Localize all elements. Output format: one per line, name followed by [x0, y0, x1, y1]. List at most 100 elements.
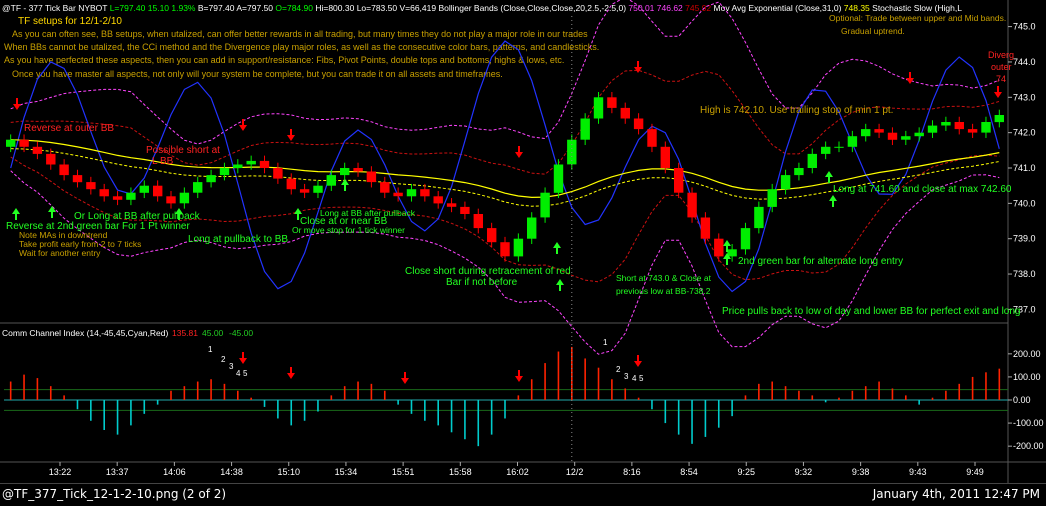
candle-body [607, 97, 617, 108]
candle-body [620, 107, 630, 119]
candle-body [59, 164, 69, 176]
candle-body [340, 168, 350, 176]
time-axis-label: 13:22 [49, 467, 72, 477]
candle-body [874, 129, 884, 133]
cci-count-b5: 5 [639, 374, 644, 383]
candle-body [527, 217, 537, 239]
candle-body [233, 164, 243, 168]
candle-body [246, 160, 256, 165]
cci-upper-level: 45.00 [202, 328, 224, 338]
annotation-wait-entry: Wait for another entry [19, 248, 101, 258]
candle-body [153, 185, 163, 197]
commentary-line-4: Once you have master all aspects, not on… [12, 69, 503, 79]
candle-body [887, 132, 898, 140]
candle-body [513, 238, 524, 257]
cci-count-b3: 3 [624, 372, 629, 381]
time-axis-label: 9:32 [795, 467, 813, 477]
candle-body [380, 182, 390, 193]
candle-body [580, 118, 590, 140]
divergence-note-3: 74 [996, 74, 1006, 84]
candle-body [72, 175, 83, 183]
annotation-bar-if-not: Bar if not before [446, 277, 518, 288]
candle-body [660, 146, 670, 168]
cci-count-5: 5 [243, 369, 248, 378]
candle-body [420, 189, 430, 197]
candle-body [139, 185, 149, 193]
annotation-close-short: Close short during retracement of red [405, 266, 571, 277]
candle-body [687, 192, 697, 218]
candle-body [821, 146, 831, 154]
price-axis-label: 741.0 [1013, 163, 1036, 173]
header-item: B=797.40 [198, 3, 237, 13]
annotation-high-is: High is 742.10. Use trailing stop of min… [700, 105, 893, 116]
annotation-possible-short: Possible short at [146, 145, 220, 156]
candle-body [179, 192, 190, 204]
candle-body [754, 206, 764, 229]
annotation-pulls-back: Price pulls back to low of day and lower… [722, 306, 1021, 317]
candle-body [914, 132, 924, 137]
time-axis-label: 16:02 [506, 467, 529, 477]
candle-body [861, 129, 871, 137]
price-axis-label: 738.0 [1013, 269, 1036, 279]
time-axis-label: 9:49 [966, 467, 984, 477]
time-axis-label: 8:54 [680, 467, 698, 477]
candle-body [954, 122, 964, 130]
candle-body [273, 168, 283, 179]
header-item: Mov Avg Exponential (Close,31,0) [714, 3, 844, 13]
candle-body [433, 196, 443, 204]
candle-body [206, 175, 216, 183]
cci-count-3: 3 [229, 362, 234, 371]
candle-body [767, 189, 777, 207]
price-axis-label: 740.0 [1013, 198, 1036, 208]
annotation-2nd-green-bar: 2nd green bar for alternate long entry [738, 256, 903, 267]
time-axis-label: 9:25 [737, 467, 755, 477]
optional-note-1: Optional: Trade between upper and Mid ba… [829, 13, 1006, 23]
candle-body [460, 206, 470, 214]
time-axis-label: 9:38 [852, 467, 870, 477]
commentary-line-2: When BBs cannot be utalized, the CCi met… [4, 42, 599, 52]
cci-count-4: 4 [236, 369, 241, 378]
candle-body [847, 136, 858, 147]
time-axis-label: 14:06 [163, 467, 186, 477]
candle-body [166, 196, 176, 204]
cci-count-b1: 1 [603, 338, 608, 347]
cci-count-1: 1 [208, 345, 213, 354]
price-axis-label: 745.0 [1013, 22, 1036, 32]
candle-body [647, 129, 657, 147]
candle-body [794, 168, 804, 176]
price-axis-label: 739.0 [1013, 234, 1036, 244]
candle-body [540, 192, 550, 218]
candle-body [473, 214, 483, 229]
header-item: O=784.90 [275, 3, 315, 13]
candle-body [86, 182, 96, 190]
candle-body [112, 196, 123, 200]
candle-body [727, 249, 737, 257]
cci-axis-label: -100.00 [1013, 418, 1044, 428]
time-axis-label: 15:10 [277, 467, 300, 477]
candle-body [981, 122, 991, 133]
candle-body [326, 175, 336, 186]
candle-body [446, 203, 457, 207]
candle-body [593, 97, 604, 119]
candle-body [967, 129, 978, 133]
header-item: Bollinger Bands (Close,Close,Close,20,2.… [438, 3, 628, 13]
commentary-line-3: As you have perfected these aspects, the… [4, 55, 564, 65]
candle-body [99, 189, 109, 197]
header-item: 1.93% [171, 3, 197, 13]
candle-body [313, 185, 323, 193]
price-axis-label: 743.0 [1013, 92, 1036, 102]
cci-count-b2: 2 [616, 365, 621, 374]
commentary-line-1: As you can often see, BB setups, when ut… [12, 29, 588, 39]
candle-body [219, 168, 230, 176]
annotation-possible-short-2: L BB [152, 156, 174, 167]
header-item: NYBOT [78, 3, 110, 13]
candle-body [553, 164, 564, 193]
cci-axis-label: 100.00 [1013, 372, 1041, 382]
candle-body [393, 192, 403, 197]
time-axis-label: 8:16 [623, 467, 641, 477]
time-axis-label: 15:58 [449, 467, 472, 477]
candle-body [780, 175, 791, 190]
chart-header: @TF - 377 Tick Bar NYBOT L=797.40 15.10 … [2, 3, 962, 13]
cci-axis-label: -200.00 [1013, 441, 1044, 451]
divergence-note-1: Diverg [988, 50, 1014, 60]
